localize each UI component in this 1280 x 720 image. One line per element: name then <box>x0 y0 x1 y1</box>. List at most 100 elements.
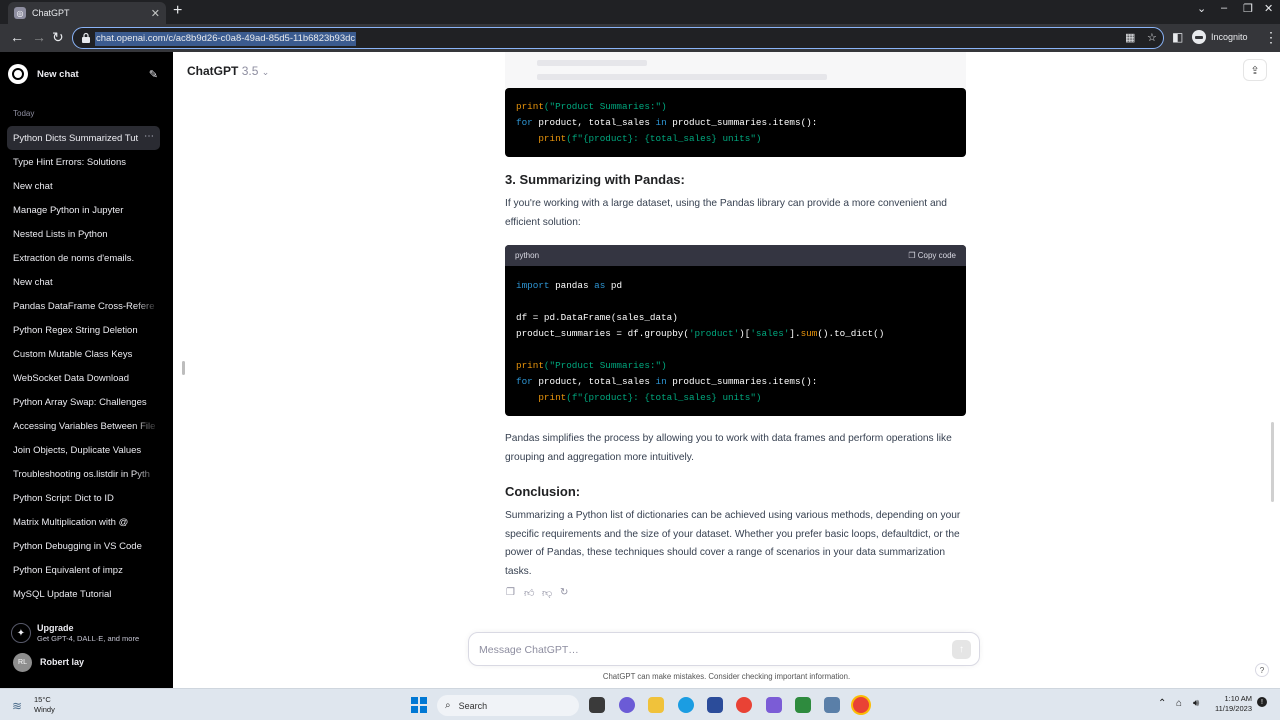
chat-item[interactable]: Nested Lists in Python <box>7 222 160 246</box>
chat-item[interactable]: Matrix Multiplication with @ <box>7 510 160 534</box>
code-line: for product, total_sales in product_summ… <box>516 117 818 128</box>
incognito-indicator[interactable]: Incognito <box>1192 30 1248 44</box>
side-panel-icon[interactable]: ◧ <box>1172 30 1183 44</box>
store-icon[interactable] <box>707 697 723 713</box>
chat-item[interactable]: Custom Mutable Class Keys <box>7 342 160 366</box>
model-version: 3.5 <box>241 64 259 78</box>
notepad-icon[interactable] <box>795 697 811 713</box>
window-close-icon[interactable]: ✕ <box>1264 2 1273 15</box>
code-line: print("Product Summaries:") <box>516 360 667 371</box>
browser-tab-bar: ◎ ChatGPT ✕ + ⌄ – ❐ ✕ <box>0 0 1280 24</box>
chat-item[interactable]: Python Array Swap: Challenges <box>7 390 160 414</box>
chat-item[interactable]: MySQL Update Tutorial <box>7 582 160 606</box>
paragraph: Pandas simplifies the process by allowin… <box>505 433 952 463</box>
code-block-header: python ❐ Copy code <box>505 245 966 266</box>
weather-condition: Windy <box>34 705 55 714</box>
new-tab-icon[interactable]: + <box>173 3 182 19</box>
more-options-icon[interactable]: ⋯ <box>144 131 154 142</box>
compose-icon[interactable]: ✎ <box>149 68 158 81</box>
chat-item-active[interactable]: Python Dicts Summarized Tut ⋯ <box>7 126 160 150</box>
thumbs-down-icon[interactable]: 👎︎ <box>542 587 559 599</box>
site-info-icon[interactable] <box>81 32 91 44</box>
maximize-icon[interactable]: ❐ <box>1243 2 1253 15</box>
chat-item[interactable]: Python Equivalent of impz <box>7 558 160 582</box>
copy-code-button[interactable]: ❐ Copy code <box>908 251 956 260</box>
help-button[interactable]: ? <box>1255 663 1269 677</box>
browser-tab[interactable]: ◎ ChatGPT ✕ <box>8 2 166 24</box>
qr-code-icon[interactable]: ▦ <box>1125 31 1135 44</box>
chat-item[interactable]: Python Regex String Deletion <box>7 318 160 342</box>
arrow-up-icon: ↑ <box>959 644 964 655</box>
sidebar-resize-handle[interactable] <box>182 361 185 375</box>
chat-item-label: WebSocket Data Download <box>13 372 129 384</box>
chat-item[interactable]: Type Hint Errors: Solutions <box>7 150 160 174</box>
back-icon[interactable]: ← <box>10 29 24 45</box>
message-input[interactable] <box>479 641 939 659</box>
url-text[interactable]: chat.openai.com/c/ac8b9d26-c0a8-49ad-85d… <box>95 32 357 46</box>
user-menu[interactable]: RL Robert lay <box>13 652 163 672</box>
chat-item[interactable]: Extraction de noms d'emails. <box>7 246 160 270</box>
bookmark-star-icon[interactable]: ☆ <box>1147 31 1157 44</box>
chrome-incognito-icon[interactable] <box>853 697 869 713</box>
system-clock[interactable]: 1:10 AM 11/19/2023 <box>1212 694 1252 714</box>
code-line: product_summaries = df.groupby('product'… <box>516 328 885 339</box>
chat-item-label: New chat <box>13 276 53 288</box>
app-icon[interactable] <box>766 697 782 713</box>
new-chat-button[interactable]: New chat ✎ <box>8 63 158 85</box>
incognito-icon <box>1192 30 1206 44</box>
browser-menu-icon[interactable]: ⋮ <box>1264 29 1278 46</box>
chat-item[interactable]: Join Objects, Duplicate Values <box>7 438 160 462</box>
scrollbar[interactable] <box>1271 422 1274 502</box>
chat-item-label: Python Dicts Summarized Tut <box>13 132 139 144</box>
app-icon[interactable] <box>824 697 840 713</box>
close-tab-icon[interactable]: ✕ <box>151 7 160 20</box>
model-selector[interactable]: ChatGPT 3.5 ⌄ <box>187 64 269 78</box>
code-block-loops: print("Product Summaries:") for product,… <box>505 88 966 157</box>
taskbar-search[interactable]: ⌕ Search <box>437 695 579 716</box>
copy-icon[interactable]: ❐ <box>506 587 523 599</box>
chat-item[interactable]: Troubleshooting os.listdir in Pyth <box>7 462 160 486</box>
message-actions: ❐ 👍︎ 👎︎ ↻ <box>506 587 578 599</box>
user-name: Robert lay <box>40 657 85 667</box>
volume-icon[interactable]: 🔊︎ <box>1193 698 1199 709</box>
chat-item-label: Type Hint Errors: Solutions <box>13 156 126 168</box>
reload-icon[interactable]: ↻ <box>52 29 64 46</box>
chat-item-label: Extraction de noms d'emails. <box>13 252 135 264</box>
network-icon[interactable]: ⌂ <box>1176 698 1182 709</box>
notification-icon[interactable]: ! <box>1257 697 1267 707</box>
thumbs-up-icon[interactable]: 👍︎ <box>524 587 541 599</box>
start-button[interactable] <box>411 697 427 713</box>
regenerate-icon[interactable]: ↻ <box>560 587 577 599</box>
chrome-icon[interactable] <box>736 697 752 713</box>
chat-app-icon[interactable] <box>619 697 635 713</box>
share-button[interactable]: ⇪ <box>1243 59 1267 81</box>
faded-code-region <box>505 52 966 88</box>
tab-search-icon[interactable]: ⌄ <box>1197 2 1206 15</box>
upgrade-button[interactable]: ✦ Upgrade Get GPT-4, DALL·E, and more <box>11 620 161 646</box>
chat-item[interactable]: New chat <box>7 174 160 198</box>
chat-item[interactable]: Accessing Variables Between File <box>7 414 160 438</box>
code-line: print(f"{product}: {total_sales} units") <box>538 392 762 403</box>
chat-item[interactable]: Python Debugging in VS Code <box>7 534 160 558</box>
send-button[interactable]: ↑ <box>952 640 971 659</box>
edge-icon[interactable] <box>678 697 694 713</box>
paragraph: Summarizing a Python list of dictionarie… <box>505 510 961 578</box>
forward-icon[interactable]: → <box>32 29 46 45</box>
chat-item[interactable]: Python Script: Dict to ID <box>7 486 160 510</box>
weather-widget[interactable]: ≋ 15°C Windy <box>12 695 55 715</box>
message-composer: ↑ <box>468 632 980 666</box>
chat-item-label: Accessing Variables Between File <box>13 420 156 432</box>
chat-item[interactable]: Pandas DataFrame Cross-Refere <box>7 294 160 318</box>
chat-item[interactable]: Manage Python in Jupyter <box>7 198 160 222</box>
code-language: python <box>515 251 540 260</box>
chat-item[interactable]: WebSocket Data Download <box>7 366 160 390</box>
section-today-label: Today <box>13 109 35 118</box>
address-bar[interactable]: chat.openai.com/c/ac8b9d26-c0a8-49ad-85d… <box>72 27 1164 49</box>
chat-item-label: Matrix Multiplication with @ <box>13 516 129 528</box>
task-view-icon[interactable] <box>589 697 605 713</box>
file-explorer-icon[interactable] <box>648 697 664 713</box>
minimize-icon[interactable]: – <box>1221 2 1227 14</box>
chevron-up-icon[interactable]: ⌃ <box>1158 698 1166 709</box>
clipboard-icon: ❐ <box>908 251 918 260</box>
chat-item[interactable]: New chat <box>7 270 160 294</box>
